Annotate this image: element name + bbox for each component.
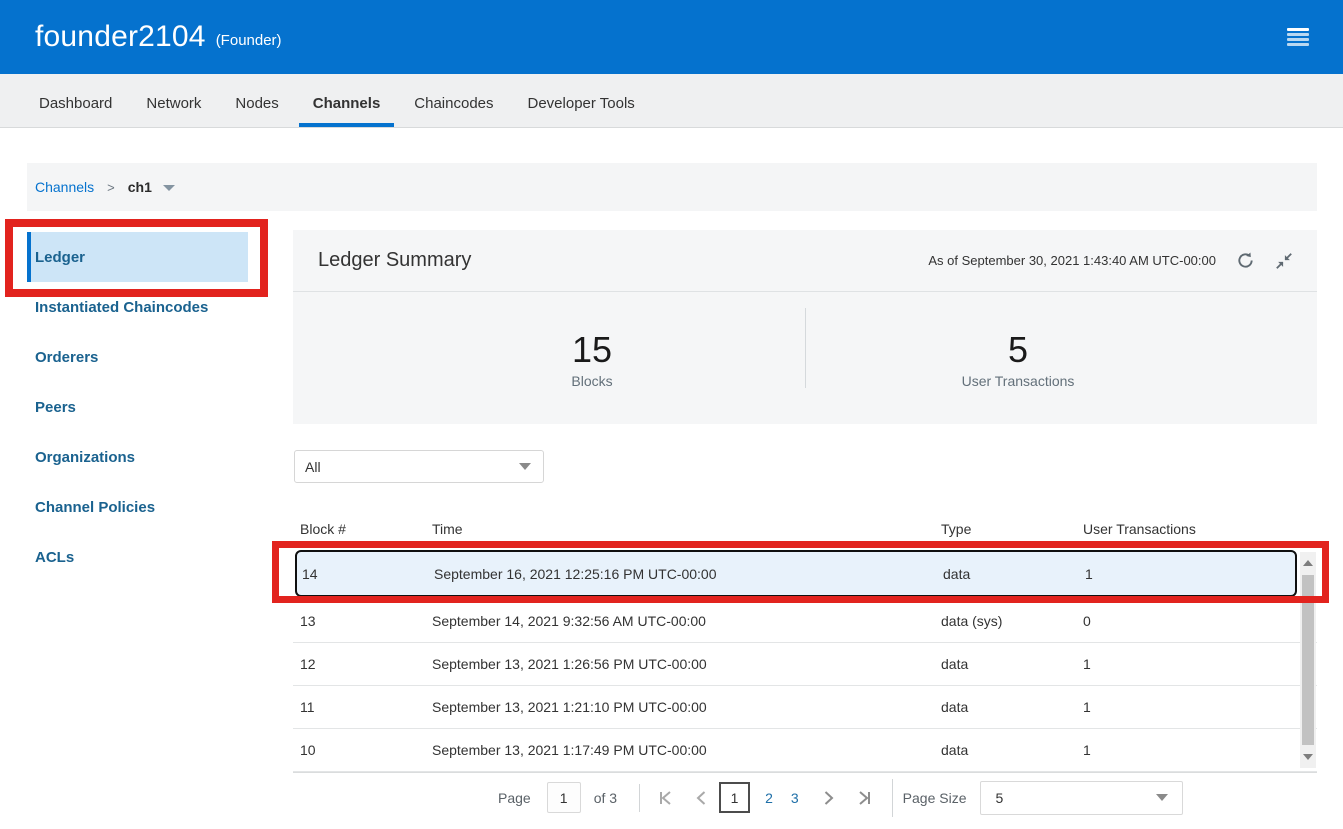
column-header-time[interactable]: Time xyxy=(432,521,941,537)
tab-chaincodes[interactable]: Chaincodes xyxy=(400,74,507,127)
scroll-down-icon[interactable] xyxy=(1303,754,1313,760)
scroll-up-icon[interactable] xyxy=(1303,560,1313,566)
scrollbar-thumb[interactable] xyxy=(1302,575,1314,745)
previous-page-icon[interactable] xyxy=(696,791,706,805)
pagination-divider xyxy=(892,779,893,817)
tab-network[interactable]: Network xyxy=(132,74,215,127)
sidebar-item-instantiated-chaincodes[interactable]: Instantiated Chaincodes xyxy=(27,282,248,332)
cell-user-transactions: 1 xyxy=(1083,742,1304,758)
app-window: founder2104 (Founder) Dashboard Network … xyxy=(0,0,1343,829)
cell-block: 10 xyxy=(300,742,432,758)
cell-time: September 13, 2021 1:21:10 PM UTC-00:00 xyxy=(432,699,941,715)
next-page-icon[interactable] xyxy=(824,791,834,805)
column-header-user-transactions[interactable]: User Transactions xyxy=(1083,521,1304,537)
cell-time: September 13, 2021 1:17:49 PM UTC-00:00 xyxy=(432,742,941,758)
tab-nodes[interactable]: Nodes xyxy=(221,74,292,127)
cell-user-transactions: 1 xyxy=(1083,656,1304,672)
filter-selected-value: All xyxy=(305,459,321,475)
column-header-block[interactable]: Block # xyxy=(300,521,432,537)
cell-block: 11 xyxy=(300,699,432,715)
cell-user-transactions: 1 xyxy=(1083,699,1304,715)
tab-dashboard[interactable]: Dashboard xyxy=(25,74,126,127)
page-number-input[interactable] xyxy=(547,782,581,813)
last-page-icon[interactable] xyxy=(858,791,872,805)
sidebar-item-acls[interactable]: ACLs xyxy=(27,532,248,582)
table-header-row: Block # Time Type User Transactions xyxy=(293,513,1317,545)
current-page-button[interactable]: 1 xyxy=(719,782,750,813)
cell-type: data xyxy=(941,742,1083,758)
cell-type: data xyxy=(943,566,1085,582)
ledger-summary-stats: 15 Blocks 5 User Transactions xyxy=(293,292,1317,423)
blocks-label: Blocks xyxy=(571,373,612,389)
table-body: 14 September 16, 2021 12:25:16 PM UTC-00… xyxy=(293,550,1317,772)
pagination-divider xyxy=(639,784,640,812)
cell-type: data xyxy=(941,699,1083,715)
pagination-bar: Page of 3 1 2 3 xyxy=(293,772,1317,822)
tab-developer-tools[interactable]: Developer Tools xyxy=(514,74,649,127)
table-row-block-10[interactable]: 10 September 13, 2021 1:17:49 PM UTC-00:… xyxy=(293,729,1317,772)
panel-title: Ledger Summary xyxy=(318,249,471,272)
cell-block: 14 xyxy=(302,566,434,582)
app-header: founder2104 (Founder) xyxy=(0,0,1343,74)
main-content: Ledger Summary As of September 30, 2021 … xyxy=(293,230,1317,829)
page-label: Page xyxy=(498,790,531,806)
first-page-icon[interactable] xyxy=(658,791,672,805)
tab-channels[interactable]: Channels xyxy=(299,74,395,127)
breadcrumb-separator: > xyxy=(107,180,115,195)
cell-time: September 16, 2021 12:25:16 PM UTC-00:00 xyxy=(434,566,943,582)
stat-blocks: 15 Blocks xyxy=(379,292,805,423)
cell-time: September 14, 2021 9:32:56 AM UTC-00:00 xyxy=(432,613,941,629)
app-title: founder2104 xyxy=(35,20,206,54)
page-2-link[interactable]: 2 xyxy=(765,790,773,806)
blocks-table: Block # Time Type User Transactions 14 S… xyxy=(293,513,1317,772)
user-transactions-count: 5 xyxy=(1008,330,1028,370)
main-nav-tabs: Dashboard Network Nodes Channels Chainco… xyxy=(0,74,1343,128)
table-row-block-14[interactable]: 14 September 16, 2021 12:25:16 PM UTC-00… xyxy=(295,550,1297,597)
column-header-type[interactable]: Type xyxy=(941,521,1083,537)
breadcrumb-channels-link[interactable]: Channels xyxy=(35,179,94,195)
channel-sidebar: Ledger Instantiated Chaincodes Orderers … xyxy=(27,232,248,582)
hamburger-menu-icon[interactable] xyxy=(1287,28,1309,46)
refresh-icon[interactable] xyxy=(1236,251,1255,270)
page-size-select[interactable]: 5 xyxy=(980,781,1183,815)
cell-user-transactions: 1 xyxy=(1085,566,1306,582)
stat-user-transactions: 5 User Transactions xyxy=(805,292,1231,423)
table-scrollbar[interactable] xyxy=(1300,552,1316,768)
cell-block: 13 xyxy=(300,613,432,629)
sidebar-item-peers[interactable]: Peers xyxy=(27,382,248,432)
sidebar-item-organizations[interactable]: Organizations xyxy=(27,432,248,482)
app-subtitle: (Founder) xyxy=(216,32,282,49)
ledger-summary-header: Ledger Summary As of September 30, 2021 … xyxy=(293,230,1317,292)
caret-down-icon xyxy=(519,463,531,470)
collapse-icon[interactable] xyxy=(1275,252,1293,270)
page-3-link[interactable]: 3 xyxy=(791,790,799,806)
blocks-count: 15 xyxy=(572,330,612,370)
sidebar-item-channel-policies[interactable]: Channel Policies xyxy=(27,482,248,532)
cell-time: September 13, 2021 1:26:56 PM UTC-00:00 xyxy=(432,656,941,672)
as-of-timestamp: As of September 30, 2021 1:43:40 AM UTC-… xyxy=(928,253,1216,268)
table-row-block-13[interactable]: 13 September 14, 2021 9:32:56 AM UTC-00:… xyxy=(293,600,1317,643)
breadcrumb-current-channel: ch1 xyxy=(128,179,152,195)
page-size-value: 5 xyxy=(995,790,1003,806)
table-row-block-11[interactable]: 11 September 13, 2021 1:21:10 PM UTC-00:… xyxy=(293,686,1317,729)
sidebar-item-ledger[interactable]: Ledger xyxy=(27,232,248,282)
stats-divider xyxy=(805,308,806,388)
caret-down-icon xyxy=(1156,794,1168,801)
cell-user-transactions: 0 xyxy=(1083,613,1304,629)
cell-block: 12 xyxy=(300,656,432,672)
user-transactions-label: User Transactions xyxy=(962,373,1075,389)
page-of-label: of 3 xyxy=(594,790,617,806)
cell-type: data (sys) xyxy=(941,613,1083,629)
channel-dropdown-caret-icon[interactable] xyxy=(163,185,175,191)
cell-type: data xyxy=(941,656,1083,672)
sidebar-item-orderers[interactable]: Orderers xyxy=(27,332,248,382)
table-row-block-12[interactable]: 12 September 13, 2021 1:26:56 PM UTC-00:… xyxy=(293,643,1317,686)
ledger-summary-panel: Ledger Summary As of September 30, 2021 … xyxy=(293,230,1317,424)
block-type-filter-select[interactable]: All xyxy=(294,450,544,483)
page-size-label: Page Size xyxy=(903,790,967,806)
breadcrumb: Channels > ch1 xyxy=(27,163,1317,211)
